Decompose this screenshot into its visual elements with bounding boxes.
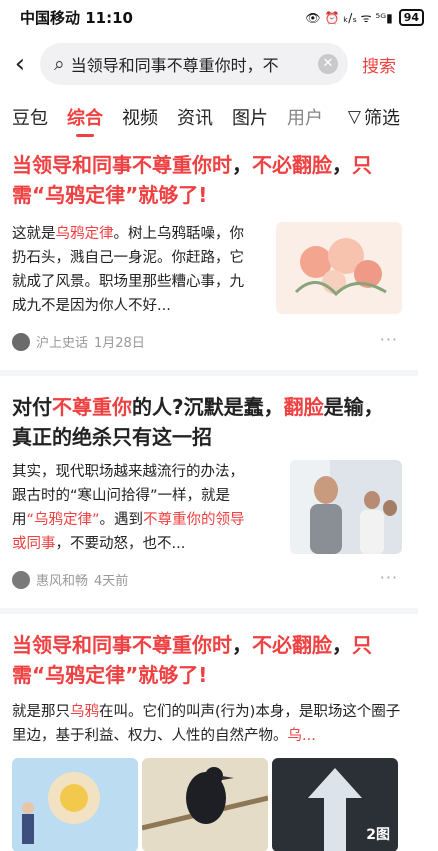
category-tabs: 豆包 综合 视频 资讯 图片 用户 ▽ 筛选	[0, 100, 438, 134]
snippet-highlight: 乌...	[287, 728, 316, 744]
filter-label: 筛选	[364, 108, 400, 129]
card-title[interactable]: 对付不尊重你的人?沉默是蠢，翻脸是输，真正的绝杀只有这一招	[12, 392, 402, 452]
search-button[interactable]: 搜索	[362, 52, 396, 77]
title-highlight: 当领导和同事不尊重你时	[12, 153, 232, 177]
card-title[interactable]: 当领导和同事不尊重你时，不必翻脸，只需“乌鸦定律”就够了!	[12, 630, 402, 690]
result-image[interactable]: 2图	[272, 758, 398, 851]
author-avatar[interactable]	[12, 332, 30, 351]
tab-comprehensive[interactable]: 综合	[67, 104, 103, 130]
title-highlight: 翻脸	[283, 395, 324, 419]
title-highlight: 不尊重你	[52, 395, 132, 419]
back-arrow-icon[interactable]: ‹	[0, 49, 40, 79]
result-card[interactable]: 对付不尊重你的人?沉默是蠢，翻脸是输，真正的绝杀只有这一招 其实，现代职场越来越…	[12, 392, 402, 598]
card-thumbnail[interactable]	[290, 460, 402, 554]
snippet-highlight: 乌鸦	[70, 704, 99, 720]
result-card[interactable]: 当领导和同事不尊重你时，不必翻脸，只需“乌鸦定律”就够了! 这就是乌鸦定律。树上…	[12, 150, 402, 366]
title-highlight: 当领导和同事不尊重你时	[12, 633, 232, 657]
result-image[interactable]	[142, 758, 268, 851]
title-text: ，	[232, 153, 252, 177]
snippet-text: ，不要动怒，也不...	[55, 536, 186, 552]
snippet-text: 就是那只	[12, 704, 70, 720]
tab-images[interactable]: 图片	[232, 104, 268, 130]
title-highlight: 不必翻脸	[252, 153, 332, 177]
more-options-icon[interactable]: ···	[380, 330, 398, 349]
snippet-highlight: 乌鸦定律	[55, 226, 114, 242]
search-input[interactable]	[70, 54, 291, 74]
tab-users[interactable]: 用户	[287, 104, 323, 130]
search-box[interactable]: ⌕ ✕	[40, 43, 348, 85]
card-divider	[0, 608, 418, 614]
status-bar: 中国移动 11:10 👁 ⏰ ₖ/ₛ ᯤ ⁵ᴳ▮ 94	[0, 0, 438, 34]
author-name[interactable]: 沪上史话	[36, 332, 88, 351]
title-text: 对付	[12, 395, 52, 419]
title-text: ，	[332, 633, 352, 657]
title-text: ，	[332, 153, 352, 177]
card-title[interactable]: 当领导和同事不尊重你时，不必翻脸，只需“乌鸦定律”就够了!	[12, 150, 402, 210]
card-snippet: 其实，现代职场越来越流行的办法，跟古时的“寒山问拾得”一样，就是用“乌鸦定律”。…	[12, 460, 258, 556]
card-snippet: 就是那只乌鸦在叫。它们的叫声(行为)本身，是职场这个圈子里边，基于利益、权力、人…	[12, 700, 404, 748]
card-meta: 沪上史话 1月28日	[12, 332, 145, 351]
author-name[interactable]: 惠风和畅	[36, 570, 88, 589]
snippet-text: 。遇到	[99, 512, 144, 528]
snippet-text: 这就是	[12, 226, 56, 242]
publish-date: 4天前	[94, 574, 129, 589]
filter-icon: ▽	[347, 107, 361, 127]
carrier-time: 中国移动 11:10	[20, 8, 133, 27]
title-text: ，	[232, 633, 252, 657]
tab-doubao[interactable]: 豆包	[12, 104, 48, 130]
filter-button[interactable]: ▽ 筛选	[341, 100, 400, 134]
card-snippet: 这就是乌鸦定律。树上乌鸦聒噪，你扔石头，溅自己一身泥。你赶路，它就成了风景。职场…	[12, 222, 258, 318]
snippet-highlight: “乌鸦定律”	[26, 512, 100, 528]
search-bar: ‹ ⌕ ✕ 搜索	[0, 42, 438, 86]
title-highlight: 不必翻脸	[252, 633, 332, 657]
result-card[interactable]: 当领导和同事不尊重你时，不必翻脸，只需“乌鸦定律”就够了! 就是那只乌鸦在叫。它…	[12, 630, 402, 851]
tab-news[interactable]: 资讯	[177, 104, 213, 130]
image-count-badge: 2图	[366, 827, 390, 843]
card-divider	[0, 370, 418, 376]
image-strip: 2图	[12, 758, 398, 851]
tab-video[interactable]: 视频	[122, 104, 158, 130]
system-status-icons: 👁 ⏰ ₖ/ₛ ᯤ ⁵ᴳ▮	[305, 10, 393, 25]
publish-date: 1月28日	[94, 336, 145, 351]
search-icon: ⌕	[54, 53, 65, 75]
card-thumbnail[interactable]	[276, 222, 402, 314]
status-icons: 👁 ⏰ ₖ/ₛ ᯤ ⁵ᴳ▮ 94	[305, 8, 424, 26]
result-image[interactable]	[12, 758, 138, 851]
title-text: 的人?沉默是蠢，	[132, 395, 284, 419]
more-options-icon[interactable]: ···	[380, 568, 398, 587]
card-meta: 惠风和畅 4天前	[12, 570, 128, 589]
clear-icon[interactable]: ✕	[318, 54, 338, 74]
author-avatar[interactable]	[12, 570, 30, 589]
battery-icon: 94	[398, 8, 424, 26]
